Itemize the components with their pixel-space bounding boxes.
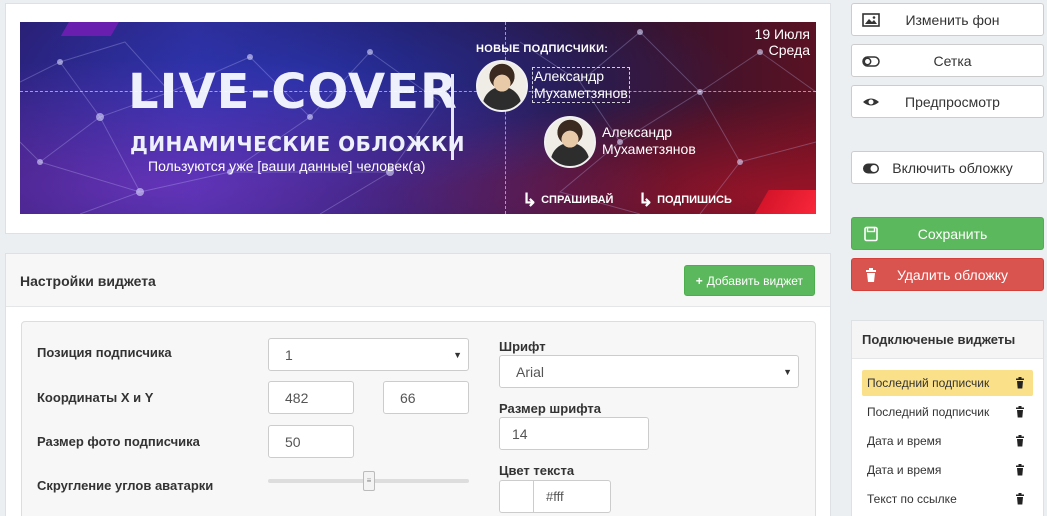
trash-icon[interactable] <box>1015 435 1025 447</box>
position-select[interactable]: 1 ▼ <box>268 338 469 371</box>
cover-subtitle: ДИНАМИЧЕСКИЕ ОБЛОЖКИ <box>130 132 466 156</box>
trash-icon[interactable] <box>1015 493 1025 505</box>
connected-widgets-title: Подключеные виджеты <box>852 321 1043 359</box>
photo-size-input[interactable]: 50 <box>268 425 354 458</box>
widget-settings-panel: Настройки виджета + Добавить виджет Пози… <box>5 253 831 516</box>
cover-datetime[interactable]: 19 Июля Среда <box>755 26 810 58</box>
subscriber-avatar[interactable] <box>544 116 596 168</box>
subscriber-avatar[interactable] <box>476 60 528 112</box>
cta-subscribe: ↲ ПОДПИШИСЬ <box>638 190 732 210</box>
chevron-down-icon: ▼ <box>453 350 462 360</box>
photo-size-label: Размер фото подписчика <box>37 434 200 449</box>
cover-date: 19 Июля <box>754 26 810 42</box>
settings-form: Позиция подписчика 1 ▼ Координаты X и Y … <box>21 321 816 516</box>
cover-logo-text: LIVE-COVER <box>128 64 458 120</box>
chevron-down-icon: ▼ <box>783 367 792 377</box>
add-widget-button[interactable]: + Добавить виджет <box>683 265 815 296</box>
font-size-input[interactable]: 14 <box>499 417 649 450</box>
grid-toggle-button[interactable]: Сетка <box>851 44 1044 77</box>
widget-list-item[interactable]: Дата и время <box>862 428 1033 454</box>
trash-icon <box>866 268 876 282</box>
toggle-on-icon <box>863 163 879 174</box>
eye-icon <box>863 98 879 106</box>
settings-title: Настройки виджета <box>20 273 156 289</box>
users-count-text: Пользуются уже [ваши данные] человек(а) <box>148 158 426 174</box>
guide-line-horizontal <box>20 91 816 92</box>
subscriber-name[interactable]: Александр Мухаметзянов <box>602 124 696 158</box>
coord-y-input[interactable]: 66 <box>383 381 469 414</box>
cover-canvas[interactable]: LIVE-COVER ДИНАМИЧЕСКИЕ ОБЛОЖКИ Пользуют… <box>20 22 816 214</box>
rounding-label: Скругление углов аватарки <box>37 478 214 493</box>
preview-button[interactable]: Предпросмотр <box>851 85 1044 118</box>
new-subscribers-heading: НОВЫЕ ПОДПИСЧИКИ: <box>476 43 609 55</box>
save-button[interactable]: Сохранить <box>851 217 1044 250</box>
coord-x-input[interactable]: 482 <box>268 381 354 414</box>
widget-list-item[interactable]: Текст по ссылке <box>862 486 1033 512</box>
change-background-button[interactable]: Изменить фон <box>851 3 1044 36</box>
image-icon <box>862 13 880 27</box>
text-color-label: Цвет текста <box>499 463 575 478</box>
font-select[interactable]: Arial ▼ <box>499 355 799 388</box>
reply-arrow-icon: ↲ <box>638 190 654 210</box>
delete-cover-button[interactable]: Удалить обложку <box>851 258 1044 291</box>
widget-list-item[interactable]: Дата и время <box>862 457 1033 483</box>
connected-widgets-panel: Подключеные виджеты Последний подписчик … <box>851 320 1044 516</box>
color-swatch[interactable] <box>499 480 533 513</box>
trash-icon[interactable] <box>1015 377 1025 389</box>
save-icon <box>864 226 878 242</box>
widget-list-item[interactable]: Последний подписчик <box>862 399 1033 425</box>
coords-label: Координаты X и Y <box>37 390 154 405</box>
toggle-icon <box>862 56 880 67</box>
widget-list-item[interactable]: Последний подписчик <box>862 370 1033 396</box>
trash-icon[interactable] <box>1015 464 1025 476</box>
plus-icon: + <box>695 273 703 288</box>
text-color-input[interactable]: #fff <box>533 480 611 513</box>
subscriber-name[interactable]: Александр Мухаметзянов <box>532 67 630 103</box>
rounding-slider-handle[interactable]: ≡ <box>363 471 375 491</box>
font-label: Шрифт <box>499 339 546 354</box>
cta-ask: ↲ СПРАШИВАЙ <box>522 190 614 210</box>
cover-weekday: Среда <box>768 42 810 58</box>
reply-arrow-icon: ↲ <box>522 190 538 210</box>
trash-icon[interactable] <box>1015 406 1025 418</box>
cover-preview-panel: LIVE-COVER ДИНАМИЧЕСКИЕ ОБЛОЖКИ Пользуют… <box>5 3 831 234</box>
font-size-label: Размер шрифта <box>499 401 601 416</box>
position-label: Позиция подписчика <box>37 345 172 360</box>
enable-cover-button[interactable]: Включить обложку <box>851 151 1044 184</box>
settings-header: Настройки виджета + Добавить виджет <box>6 254 830 307</box>
